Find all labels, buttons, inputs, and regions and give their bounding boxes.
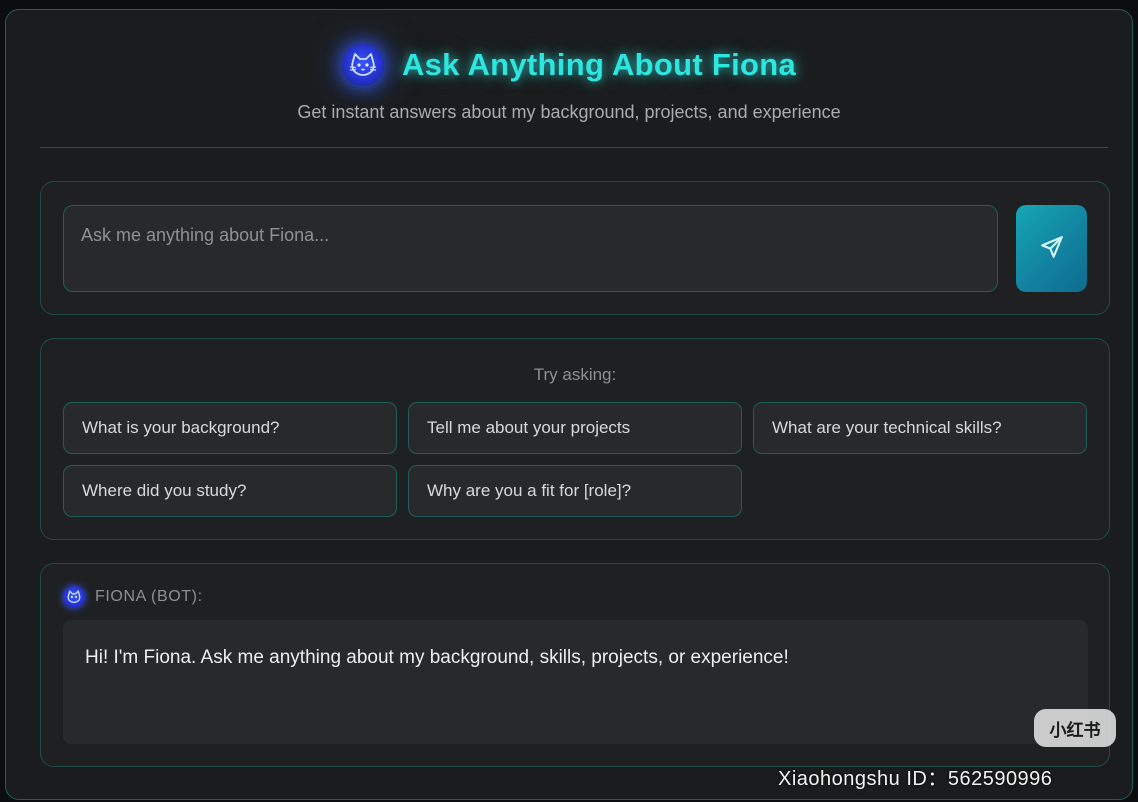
watermark-id: Xiaohongshu ID：562590996 xyxy=(778,768,1053,790)
suggestion-chip-fit[interactable]: Why are you a fit for [role]? xyxy=(408,465,742,517)
chat-panel: Ask Anything About Fiona Get instant ans… xyxy=(5,9,1133,800)
suggestions-card: Try asking: What is your background? Tel… xyxy=(40,338,1110,540)
xiaohongshu-logo: 小红书 xyxy=(1034,709,1116,747)
question-input[interactable] xyxy=(63,205,998,292)
bot-message: Hi! I'm Fiona. Ask me anything about my … xyxy=(63,620,1088,744)
send-button[interactable] xyxy=(1016,205,1087,292)
question-input-card xyxy=(40,181,1110,315)
suggestion-chip-skills[interactable]: What are your technical skills? xyxy=(753,402,1087,454)
page-header: Ask Anything About Fiona Get instant ans… xyxy=(6,10,1132,150)
suggestion-chip-background[interactable]: What is your background? xyxy=(63,402,397,454)
suggestion-chip-projects[interactable]: Tell me about your projects xyxy=(408,402,742,454)
header-divider xyxy=(40,147,1108,148)
suggestions-label: Try asking: xyxy=(533,365,617,384)
cat-face-icon xyxy=(341,44,384,86)
cat-face-icon xyxy=(63,586,85,608)
sender-name: FIONA (BOT): xyxy=(95,588,203,605)
title-row: Ask Anything About Fiona xyxy=(6,44,1132,86)
send-icon xyxy=(1039,234,1065,263)
suggestion-chip-study[interactable]: Where did you study? xyxy=(63,465,397,517)
page-subtitle: Get instant answers about my background,… xyxy=(297,102,841,122)
message-sender: FIONA (BOT): xyxy=(63,586,203,608)
page-title: Ask Anything About Fiona xyxy=(401,47,797,82)
chat-message-card: FIONA (BOT): Hi! I'm Fiona. Ask me anyth… xyxy=(40,563,1110,767)
